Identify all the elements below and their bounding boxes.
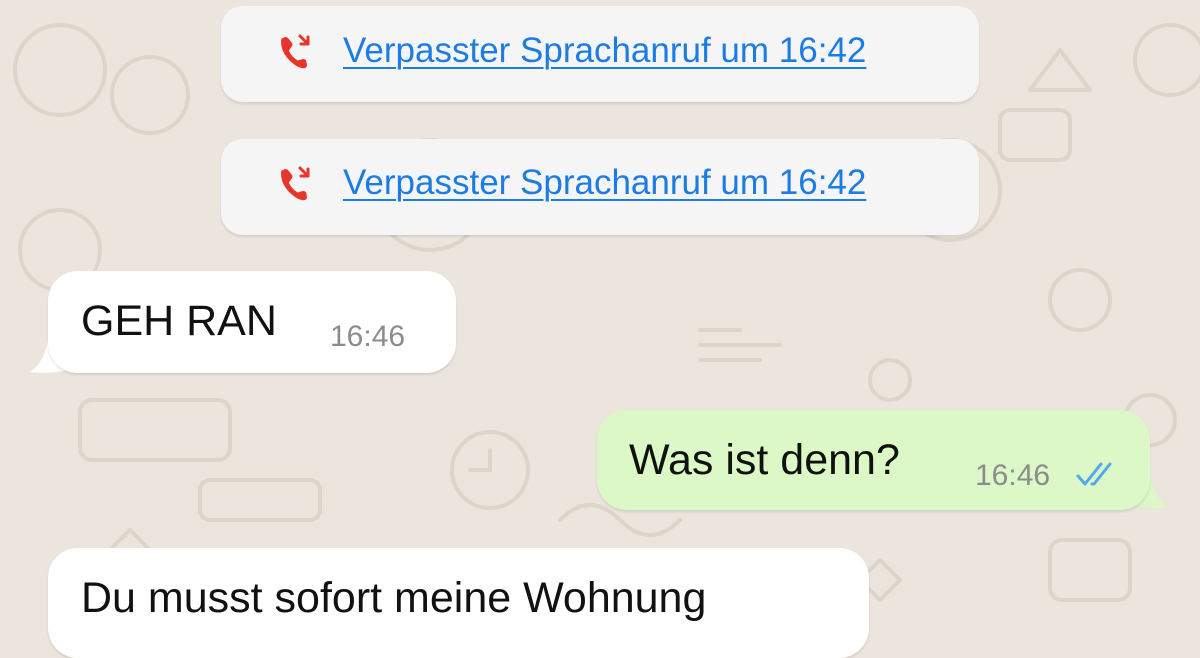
- message-text: Was ist denn?: [629, 436, 900, 484]
- message-timestamp: 16:46: [975, 459, 1051, 492]
- message-text: GEH RAN: [81, 297, 277, 345]
- missed-call-icon: [281, 166, 310, 201]
- chat-conversation: Verpasster Sprachanruf um 16:42 Verpasst…: [0, 0, 1200, 658]
- missed-call-link[interactable]: Verpasster Sprachanruf um 16:42: [343, 163, 866, 203]
- message-text: Du musst sofort meine Wohnung: [81, 574, 707, 622]
- missed-call-link[interactable]: Verpasster Sprachanruf um 16:42: [343, 31, 866, 71]
- message-timestamp: 16:46: [330, 320, 406, 353]
- missed-call-icon: [281, 34, 310, 69]
- double-check-read-icon: [1076, 462, 1112, 486]
